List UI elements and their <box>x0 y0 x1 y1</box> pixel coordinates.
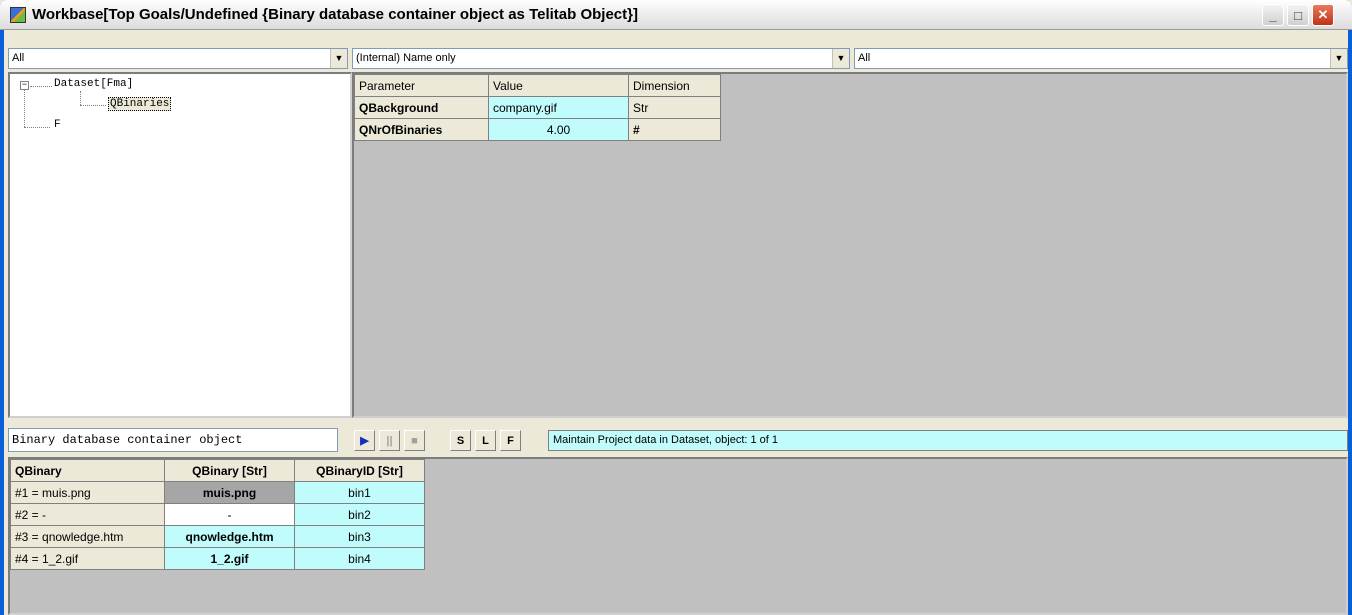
parameter-table: Parameter Value Dimension QBackground co… <box>354 74 721 141</box>
window-title: Workbase[Top Goals/Undefined {Binary dat… <box>32 6 638 23</box>
filter-combo-middle[interactable]: (Internal) Name only ▼ <box>352 48 850 69</box>
chevron-down-icon[interactable]: ▼ <box>832 49 849 68</box>
binary-row-key: #3 = qnowledge.htm <box>10 525 165 548</box>
collapse-icon[interactable]: − <box>20 81 29 90</box>
dataset-tree[interactable]: − Dataset[Fma] QBinaries F <box>8 72 352 418</box>
param-header-parameter[interactable]: Parameter <box>354 74 489 97</box>
title-bar[interactable]: Workbase[Top Goals/Undefined {Binary dat… <box>0 0 1352 30</box>
binaries-header-id[interactable]: QBinaryID [Str] <box>294 459 425 482</box>
filter-combo-right[interactable]: All ▼ <box>854 48 1348 69</box>
maximize-button[interactable]: □ <box>1287 4 1309 26</box>
tree-line <box>24 127 50 128</box>
tree-line <box>80 105 106 106</box>
s-button[interactable]: S <box>450 430 471 451</box>
pause-icon: || <box>386 434 393 447</box>
play-icon: ▶ <box>360 435 369 447</box>
chevron-down-icon[interactable]: ▼ <box>330 49 347 68</box>
param-dimension: # <box>628 118 721 141</box>
binaries-panel: QBinary QBinary [Str] QBinaryID [Str] #1… <box>8 457 1348 615</box>
play-button[interactable]: ▶ <box>354 430 375 451</box>
binary-row-key: #4 = 1_2.gif <box>10 547 165 570</box>
l-button[interactable]: L <box>475 430 496 451</box>
tree-node-f[interactable]: F <box>54 119 61 131</box>
pause-button[interactable]: || <box>379 430 400 451</box>
close-icon: ✕ <box>1317 7 1329 22</box>
binary-id-cell[interactable]: bin4 <box>294 547 425 570</box>
stop-button[interactable]: ■ <box>404 430 425 451</box>
filter-combo-right-value: All <box>858 52 871 64</box>
parameter-panel: Parameter Value Dimension QBackground co… <box>352 72 1348 418</box>
tree-line <box>24 87 25 127</box>
param-dimension: Str <box>628 96 721 119</box>
param-header-value[interactable]: Value <box>488 74 629 97</box>
tree-line <box>30 86 52 87</box>
app-icon <box>10 7 26 23</box>
maximize-icon: □ <box>1294 7 1302 23</box>
binary-name-cell[interactable]: muis.png <box>164 481 295 504</box>
filter-combo-middle-value: (Internal) Name only <box>356 52 456 64</box>
param-value-cell[interactable]: 4.00 <box>488 118 629 141</box>
binary-row-key: #1 = muis.png <box>10 481 165 504</box>
binary-name-cell[interactable]: - <box>164 503 295 526</box>
close-button[interactable]: ✕ <box>1312 4 1334 26</box>
param-value-cell[interactable]: company.gif <box>488 96 629 119</box>
binaries-table: QBinary QBinary [Str] QBinaryID [Str] #1… <box>10 459 425 570</box>
tree-line <box>80 91 81 105</box>
binary-name-cell[interactable]: qnowledge.htm <box>164 525 295 548</box>
filter-combo-left[interactable]: All ▼ <box>8 48 348 69</box>
app-window: Workbase[Top Goals/Undefined {Binary dat… <box>0 0 1352 615</box>
binary-id-cell[interactable]: bin3 <box>294 525 425 548</box>
binary-id-cell[interactable]: bin2 <box>294 503 425 526</box>
stop-icon: ■ <box>411 434 418 447</box>
param-name: QNrOfBinaries <box>354 118 489 141</box>
binaries-header-key[interactable]: QBinary <box>10 459 165 482</box>
f-button[interactable]: F <box>500 430 521 451</box>
filter-combo-left-value: All <box>12 52 25 64</box>
param-name: QBackground <box>354 96 489 119</box>
binary-name-cell[interactable]: 1_2.gif <box>164 547 295 570</box>
binaries-header-name[interactable]: QBinary [Str] <box>164 459 295 482</box>
message-bar: Maintain Project data in Dataset, object… <box>548 430 1348 451</box>
chevron-down-icon[interactable]: ▼ <box>1330 49 1347 68</box>
binary-row-key: #2 = - <box>10 503 165 526</box>
tree-node-dataset[interactable]: Dataset[Fma] <box>54 78 133 90</box>
minimize-icon: _ <box>1269 7 1277 23</box>
tree-node-qbinaries[interactable]: QBinaries <box>108 97 172 111</box>
param-header-dimension[interactable]: Dimension <box>628 74 721 97</box>
client-area: All ▼ (Internal) Name only ▼ All ▼ − Dat… <box>4 30 1348 615</box>
object-label-field[interactable]: Binary database container object <box>8 428 338 452</box>
minimize-button[interactable]: _ <box>1262 4 1284 26</box>
binary-id-cell[interactable]: bin1 <box>294 481 425 504</box>
